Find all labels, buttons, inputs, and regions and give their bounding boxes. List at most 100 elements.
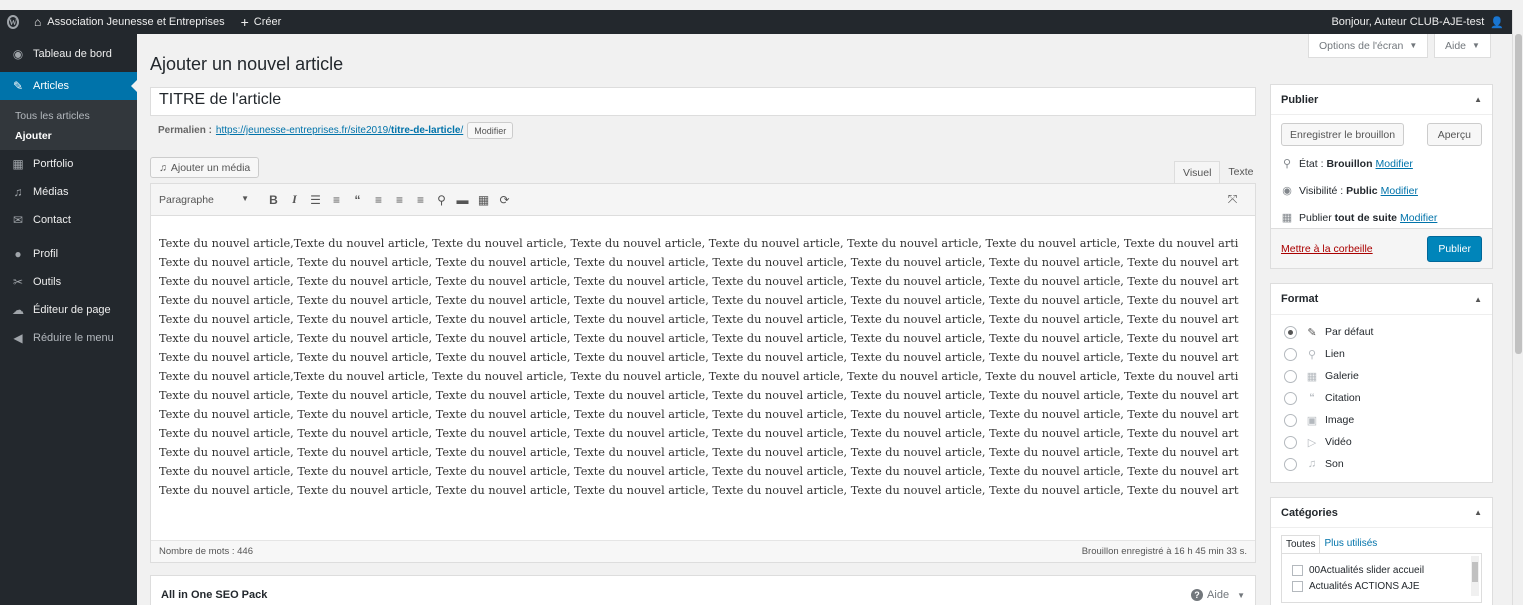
- editor-toolbar: Paragraphe ▼ B I ☰ ≡ “ ≡ ≡ ≡ ⚲ ▬ ▦ ⟳ ⤧: [151, 184, 1255, 216]
- preview-button[interactable]: Aperçu: [1426, 123, 1482, 146]
- add-media-button[interactable]: ♫ Ajouter un média: [150, 157, 260, 178]
- link-icon[interactable]: ⚲: [431, 193, 452, 207]
- radio-button[interactable]: [1284, 391, 1297, 405]
- media-icon: ♫: [13, 185, 23, 199]
- format-box-header[interactable]: Format ▲: [1271, 284, 1492, 314]
- sidebar-collapse-menu[interactable]: ◀ Réduire le menu: [0, 324, 137, 352]
- post-title-input[interactable]: TITRE de l'article: [150, 87, 1256, 116]
- site-name-link[interactable]: ⌂ Association Jeunesse et Entreprises: [26, 10, 233, 34]
- pin-icon: ✎: [12, 79, 24, 93]
- blockquote-icon[interactable]: “: [347, 193, 368, 207]
- submenu-add-article[interactable]: Ajouter: [0, 126, 137, 146]
- articles-submenu: Tous les articles Ajouter: [0, 100, 137, 150]
- new-content-button[interactable]: + Créer: [233, 10, 290, 34]
- gallery-icon: ▦: [1306, 370, 1318, 383]
- format-box: Format ▲ ✎ Par défaut ⚲ Lien ▦ Galerie “Cita…: [1270, 283, 1493, 483]
- format-option-audio[interactable]: ♫ Son: [1271, 453, 1492, 475]
- collapse-icon: ◀: [13, 331, 23, 345]
- format-select[interactable]: Paragraphe ▼: [159, 194, 249, 206]
- numbered-list-icon[interactable]: ≡: [326, 193, 347, 207]
- radio-button[interactable]: [1284, 413, 1297, 427]
- sidebar-item-contact[interactable]: ✉ Contact: [0, 206, 137, 234]
- schedule-edit-link[interactable]: Modifier: [1400, 212, 1437, 224]
- category-item[interactable]: 00Actualités slider accueil: [1282, 562, 1481, 578]
- bullet-list-icon[interactable]: ☰: [305, 193, 326, 207]
- radio-button[interactable]: [1284, 347, 1297, 361]
- seo-help-toggle[interactable]: ? Aide ▼: [1191, 589, 1245, 601]
- trash-link[interactable]: Mettre à la corbeille: [1281, 243, 1373, 255]
- pin-icon: ⚲: [1282, 158, 1292, 170]
- refresh-icon[interactable]: ⟳: [494, 193, 515, 207]
- categories-scrollbar[interactable]: [1471, 556, 1479, 596]
- bold-button[interactable]: B: [263, 193, 284, 207]
- editor-text-line: Texte du nouvel article, Texte du nouvel…: [159, 484, 1239, 497]
- editor-text-line: Texte du nouvel article, Texte du nouvel…: [159, 465, 1239, 478]
- tab-visual[interactable]: Visuel: [1174, 161, 1221, 183]
- schedule-row: ▦ Publier tout de suite Modifier: [1281, 211, 1438, 225]
- main-content: Options de l'écran ▼ Aide ▼ Ajouter un nou…: [137, 34, 1512, 605]
- sidebar-item-profile[interactable]: ● Profil: [0, 240, 137, 268]
- format-option-default[interactable]: ✎ Par défaut: [1271, 321, 1492, 343]
- submenu-all-articles[interactable]: Tous les articles: [0, 106, 137, 126]
- collapse-arrow-icon: ▲: [1474, 294, 1482, 304]
- format-option-quote[interactable]: “Citation: [1271, 387, 1492, 409]
- post-editor: Paragraphe ▼ B I ☰ ≡ “ ≡ ≡ ≡ ⚲ ▬ ▦ ⟳ ⤧ Te…: [150, 183, 1256, 563]
- caret-down-icon: ▼: [1472, 41, 1480, 50]
- publish-box: Publier ▲ Enregistrer le brouillon Aperçu…: [1270, 84, 1493, 269]
- page-scrollbar[interactable]: [1512, 10, 1523, 605]
- account-menu[interactable]: Bonjour, Auteur CLUB-AJE-test 👤: [1323, 10, 1512, 34]
- format-option-link[interactable]: ⚲ Lien: [1271, 343, 1492, 365]
- sidebar-item-portfolio[interactable]: ▦ Portfolio: [0, 150, 137, 178]
- radio-button[interactable]: [1284, 369, 1297, 383]
- permalink-edit-button[interactable]: Modifier: [467, 122, 514, 139]
- format-option-image[interactable]: ▣ Image: [1271, 409, 1492, 431]
- visibility-edit-link[interactable]: Modifier: [1381, 185, 1418, 197]
- publish-button[interactable]: Publier: [1427, 235, 1482, 262]
- toolbar-toggle-icon[interactable]: ▦: [473, 193, 494, 207]
- align-center-icon[interactable]: ≡: [389, 193, 410, 207]
- tab-text[interactable]: Texte: [1220, 161, 1261, 183]
- user-avatar-icon: 👤: [1490, 16, 1504, 29]
- fullscreen-icon[interactable]: ⤧: [1222, 192, 1243, 207]
- help-icon: ?: [1191, 589, 1204, 601]
- tab-most-used[interactable]: Plus utilisés: [1320, 535, 1381, 553]
- editor-text-line: Texte du nouvel article, Texte du nouvel…: [159, 313, 1239, 326]
- tab-all-categories[interactable]: Toutes: [1281, 535, 1321, 553]
- editor-content[interactable]: Texte du nouvel article,Texte du nouvel …: [159, 234, 1239, 500]
- italic-button[interactable]: I: [284, 192, 305, 207]
- publish-box-header[interactable]: Publier ▲: [1271, 85, 1492, 115]
- help-button[interactable]: Aide ▼: [1434, 34, 1491, 58]
- permalink-link[interactable]: https://jeunesse-entreprises.fr/site2019…: [216, 125, 463, 136]
- eye-icon: ◉: [1282, 185, 1292, 197]
- checkbox[interactable]: [1292, 564, 1303, 576]
- categories-box-header[interactable]: Catégories ▲: [1271, 498, 1492, 528]
- user-icon: ●: [14, 247, 22, 261]
- format-option-gallery[interactable]: ▦ Galerie: [1271, 365, 1492, 387]
- read-more-icon[interactable]: ▬: [452, 193, 473, 207]
- radio-button[interactable]: [1284, 435, 1297, 449]
- editor-text-line: Texte du nouvel article, Texte du nouvel…: [159, 351, 1239, 364]
- align-right-icon[interactable]: ≡: [410, 193, 431, 207]
- wordpress-logo-icon[interactable]: W: [0, 14, 26, 30]
- sidebar-item-media[interactable]: ♫ Médias: [0, 178, 137, 206]
- checkbox[interactable]: [1292, 580, 1303, 592]
- screen-options-button[interactable]: Options de l'écran ▼: [1308, 34, 1429, 58]
- editor-statusbar: Nombre de mots : 446 Brouillon enregistr…: [151, 540, 1255, 562]
- editor-text-line: Texte du nouvel article, Texte du nouvel…: [159, 256, 1239, 269]
- radio-button[interactable]: [1284, 325, 1297, 339]
- align-left-icon[interactable]: ≡: [368, 193, 389, 207]
- format-option-video[interactable]: ▷ Vidéo: [1271, 431, 1492, 453]
- save-draft-button[interactable]: Enregistrer le brouillon: [1281, 123, 1405, 146]
- editor-text-line: Texte du nouvel article, Texte du nouvel…: [159, 294, 1239, 307]
- editor-text-line: Texte du nouvel article, Texte du nouvel…: [159, 275, 1239, 288]
- permalink-row: Permalien : https://jeunesse-entreprises…: [158, 122, 514, 139]
- sidebar-item-tools[interactable]: ✂ Outils: [0, 268, 137, 296]
- category-item[interactable]: Actualités ACTIONS AJE: [1282, 578, 1481, 594]
- sidebar-item-page-builder[interactable]: ☁ Éditeur de page: [0, 296, 137, 324]
- pin-icon: ✎: [1307, 326, 1317, 339]
- status-edit-link[interactable]: Modifier: [1376, 158, 1413, 170]
- radio-button[interactable]: [1284, 457, 1297, 471]
- sidebar-item-articles[interactable]: ✎ Articles: [0, 72, 137, 100]
- word-count: Nombre de mots : 446: [159, 546, 253, 557]
- sidebar-item-dashboard[interactable]: ◉ Tableau de bord: [0, 40, 137, 68]
